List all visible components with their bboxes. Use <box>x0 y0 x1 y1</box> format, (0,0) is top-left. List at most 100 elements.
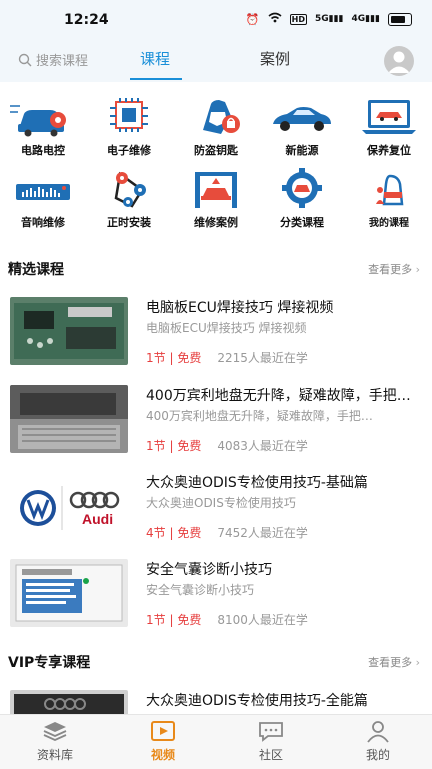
search-placeholder: 搜索课程 <box>36 54 89 69</box>
category-my-courses[interactable]: 我的课程 <box>346 168 432 229</box>
category-classified[interactable]: 分类课程 <box>259 168 345 230</box>
category-maintenance-reset[interactable]: 保养复位 <box>346 96 432 158</box>
bottom-nav-label: 社区 <box>258 748 283 762</box>
category-label: 电路电控 <box>21 144 65 157</box>
layers-icon <box>43 722 67 741</box>
gear-car-icon <box>282 168 322 208</box>
course-thumbnail <box>10 385 128 453</box>
course-thumbnail: Audi <box>10 472 128 540</box>
timing-belt-icon <box>114 171 146 208</box>
bottom-nav-community[interactable]: 社区 <box>226 719 316 763</box>
bottom-nav: 资料库 视频 社区 我的 <box>0 714 432 769</box>
featured-section-title: 精选课程 <box>8 262 64 278</box>
alarm-icon: ⏰ <box>245 12 260 26</box>
signal-5g-label: 5G <box>314 14 329 24</box>
course-title: 400万宾利地盘无升降，疑难故障，手把… <box>146 388 411 404</box>
course-title: 大众奥迪ODIS专检使用技巧-全能篇 <box>146 693 368 709</box>
more-label: 查看更多 <box>368 656 413 669</box>
search-icon <box>18 53 32 66</box>
meta-separator: | <box>165 526 178 540</box>
course-item[interactable]: 安全气囊诊断小技巧 安全气囊诊断小技巧 1节 | 免费 8100人最近在学 <box>0 559 432 639</box>
course-learners: 8100人最近在学 <box>217 613 308 627</box>
course-learners: 2215人最近在学 <box>217 351 308 365</box>
course-item[interactable]: 电脑板ECU焊接技巧 焊接视频 电脑板ECU焊接技巧 焊接视频 1节 | 免费 2… <box>0 297 432 377</box>
key-shield-icon <box>203 100 240 134</box>
meta-separator: | <box>165 439 178 453</box>
status-icons: ⏰ HD 5G▮▮▮ 4G▮▮▮ <box>246 12 412 26</box>
category-repair-cases[interactable]: 维修案例 <box>173 168 259 230</box>
course-lessons: 1节 <box>146 439 166 453</box>
course-title: 安全气囊诊断小技巧 <box>146 562 272 578</box>
status-bar: 12:24 ⏰ HD 5G▮▮▮ 4G▮▮▮ <box>0 0 432 42</box>
avatar[interactable] <box>384 46 414 76</box>
course-title: 电脑板ECU焊接技巧 焊接视频 <box>146 300 334 316</box>
course-price: 免费 <box>177 613 202 627</box>
course-price: 免费 <box>177 351 202 365</box>
bottom-nav-label: 视频 <box>150 748 175 762</box>
tab-courses[interactable]: 课程 <box>140 48 170 69</box>
course-subtitle: 400万宾利地盘无升降，疑难故障，手把… <box>146 409 373 423</box>
signal-4g-icon: 4G▮▮▮ <box>351 14 380 24</box>
course-lessons: 1节 <box>146 351 166 365</box>
meta-separator: | <box>165 351 178 365</box>
equalizer-icon <box>16 184 70 200</box>
course-price: 免费 <box>177 439 202 453</box>
status-time: 12:24 <box>64 12 109 28</box>
category-label: 防盗钥匙 <box>194 144 238 157</box>
user-avatar-icon <box>388 51 410 73</box>
user-icon <box>367 721 389 743</box>
course-meta: 1节 | 免费 2215人最近在学 <box>146 349 308 366</box>
vip-course-item[interactable]: 大众奥迪ODIS专检使用技巧-全能篇 <box>0 690 432 714</box>
wifi-icon <box>268 12 282 26</box>
meta-separator: | <box>165 613 178 627</box>
bottom-nav-label: 资料库 <box>36 748 73 762</box>
laptop-car-icon <box>362 100 416 134</box>
vip-more-link[interactable]: 查看更多 › <box>368 654 420 670</box>
category-label: 新能源 <box>285 144 319 157</box>
category-label: 音响维修 <box>21 216 65 229</box>
car-lift-icon <box>195 172 237 208</box>
bottom-nav-video[interactable]: 视频 <box>118 719 208 763</box>
course-item[interactable]: 400万宾利地盘无升降，疑难故障，手把… 400万宾利地盘无升降，疑难故障，手把… <box>0 385 432 465</box>
course-item[interactable]: Audi 大众奥迪ODIS专检使用技巧-基础篇 大众奥迪ODIS专检使用技巧 4… <box>0 472 432 552</box>
circuit-car-icon <box>10 105 66 137</box>
course-lessons: 4节 <box>146 526 166 540</box>
top-nav: 搜索课程 课程 案例 <box>0 42 432 82</box>
course-subtitle: 电脑板ECU焊接技巧 焊接视频 <box>146 321 307 335</box>
bottom-nav-label: 我的 <box>365 748 390 762</box>
category-label: 分类课程 <box>280 216 324 229</box>
chevron-right-icon: › <box>415 263 420 276</box>
more-label: 查看更多 <box>368 263 413 276</box>
signal-4g-label: 4G <box>351 14 366 24</box>
course-learners: 7452人最近在学 <box>217 526 308 540</box>
search-box[interactable]: 搜索课程 <box>18 50 88 69</box>
category-label: 保养复位 <box>367 144 411 157</box>
bottom-nav-mine[interactable]: 我的 <box>333 719 423 763</box>
category-electronics[interactable]: 电子维修 <box>86 96 172 158</box>
course-lessons: 1节 <box>146 613 166 627</box>
chevron-right-icon: › <box>415 656 420 669</box>
hd-badge: HD <box>289 13 307 25</box>
course-title: 大众奥迪ODIS专检使用技巧-基础篇 <box>146 475 368 491</box>
course-thumbnail <box>10 297 128 365</box>
category-circuit[interactable]: 电路电控 <box>0 96 86 158</box>
course-meta: 1节 | 免费 4083人最近在学 <box>146 437 308 454</box>
course-learners: 4083人最近在学 <box>217 439 308 453</box>
category-label: 维修案例 <box>194 216 238 229</box>
course-meta: 4节 | 免费 7452人最近在学 <box>146 524 308 541</box>
category-new-energy[interactable]: 新能源 <box>259 96 345 158</box>
category-label: 正时安装 <box>107 216 151 229</box>
category-timing[interactable]: 正时安装 <box>86 168 172 230</box>
bottom-nav-library[interactable]: 资料库 <box>10 719 100 763</box>
tab-cases[interactable]: 案例 <box>260 48 290 69</box>
featured-more-link[interactable]: 查看更多 › <box>368 261 420 277</box>
play-icon <box>151 721 175 741</box>
course-thumbnail <box>10 559 128 627</box>
course-subtitle: 大众奥迪ODIS专检使用技巧 <box>146 496 296 510</box>
category-anti-theft[interactable]: 防盗钥匙 <box>173 96 259 158</box>
course-thumbnail <box>10 690 128 714</box>
ev-car-icon <box>273 107 331 131</box>
person-car-icon <box>376 174 404 206</box>
active-tab-indicator <box>130 78 182 80</box>
category-audio[interactable]: 音响维修 <box>0 168 86 230</box>
